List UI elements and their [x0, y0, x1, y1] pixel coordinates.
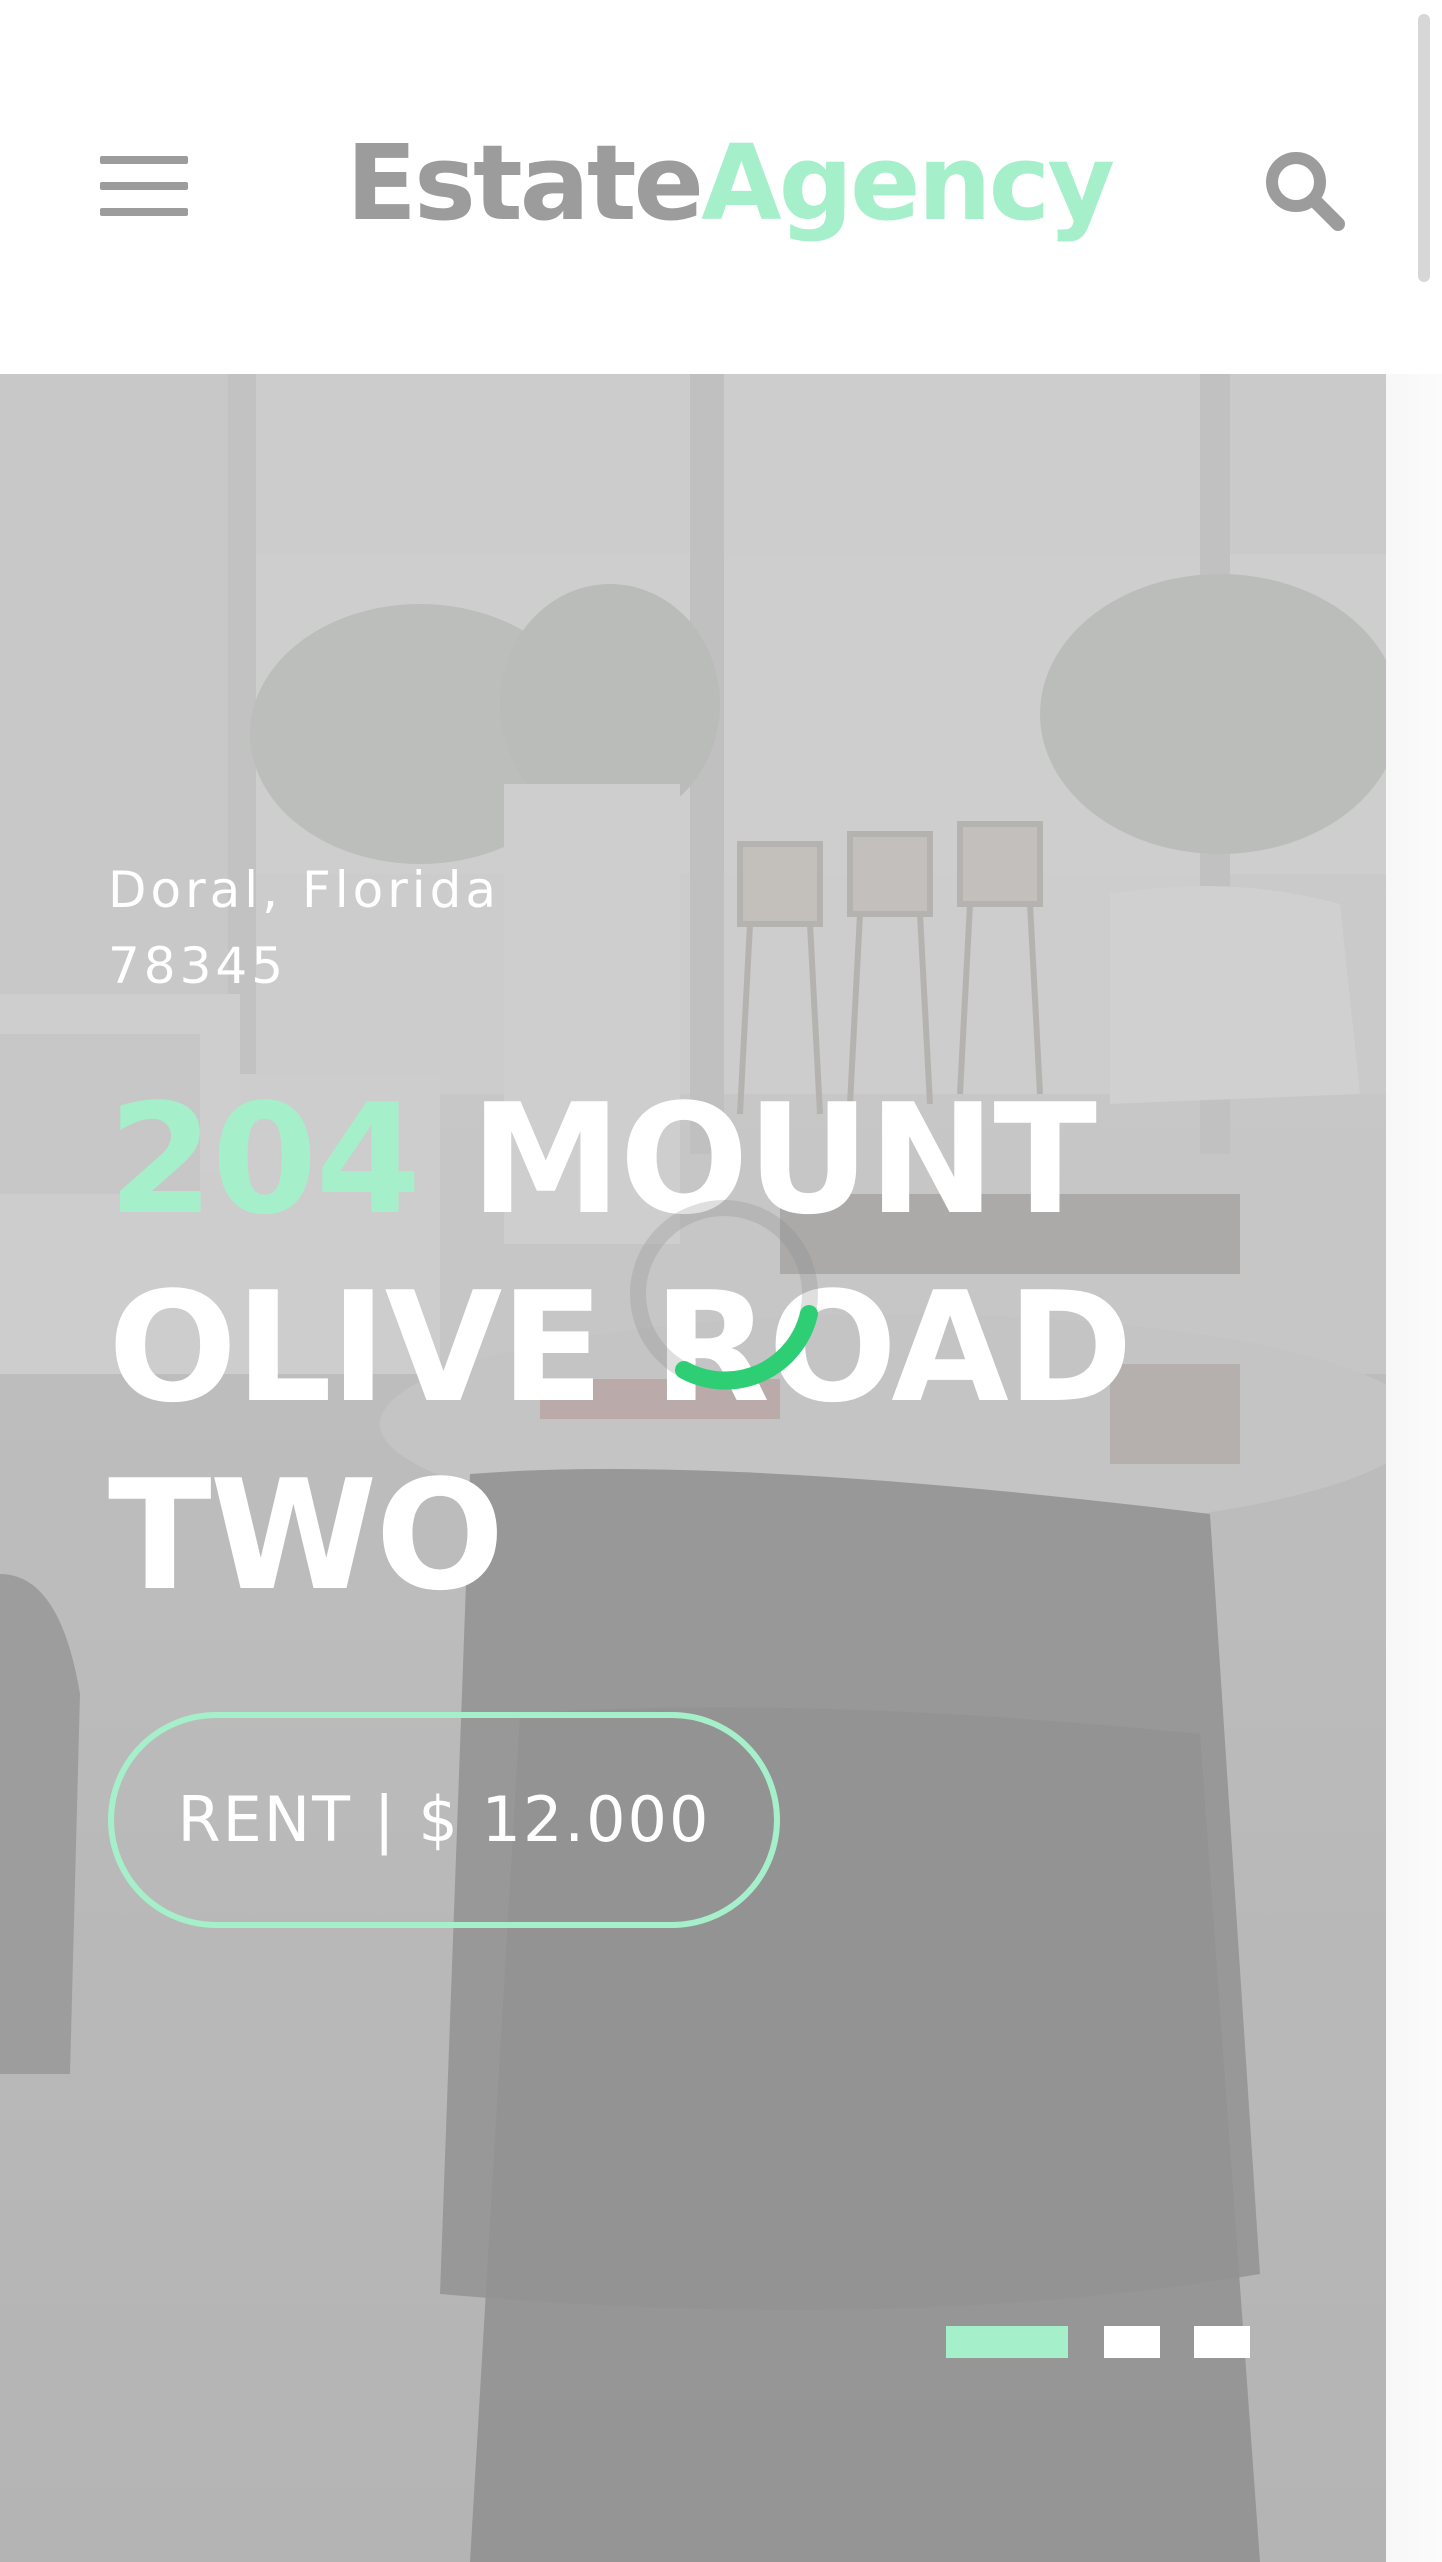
carousel-dot-1[interactable] — [946, 2326, 1068, 2358]
scrollbar-thumb[interactable] — [1418, 14, 1430, 282]
logo-primary-text: Estate — [346, 122, 704, 244]
hamburger-menu-icon[interactable] — [100, 156, 188, 216]
property-address: Doral, Florida 78345 — [108, 852, 628, 1004]
title-number: 204 — [108, 1071, 421, 1248]
hero-slider: Doral, Florida 78345 204 MOUNT OLIVE ROA… — [0, 374, 1386, 2562]
rent-price-button[interactable]: RENT | $ 12.000 — [108, 1712, 780, 1928]
carousel-indicators — [0, 2326, 1386, 2358]
search-button[interactable] — [1262, 148, 1346, 232]
title-line-3: TWO — [108, 1447, 505, 1624]
property-title: 204 MOUNT OLIVE ROAD TWO — [108, 1066, 1133, 1630]
menu-bar — [100, 208, 188, 216]
carousel-dot-3[interactable] — [1194, 2326, 1250, 2358]
logo-accent-text: Agency — [701, 122, 1115, 244]
search-icon — [1266, 152, 1345, 231]
brand-logo[interactable]: EstateAgency — [346, 118, 1115, 248]
title-line-2: OLIVE ROAD — [108, 1259, 1133, 1436]
page: EstateAgency Doral, Florida 78345 204 MO… — [0, 0, 1442, 2562]
top-navbar: EstateAgency — [0, 0, 1442, 374]
address-city: Doral, Florida — [108, 861, 501, 919]
menu-bar — [100, 182, 188, 190]
address-zip: 78345 — [108, 937, 288, 995]
carousel-dot-2[interactable] — [1104, 2326, 1160, 2358]
loading-spinner-icon — [630, 1200, 818, 1390]
menu-bar — [100, 156, 188, 164]
right-edge-strip — [1386, 374, 1442, 2562]
title-line-1: 204 MOUNT — [108, 1066, 1108, 1254]
